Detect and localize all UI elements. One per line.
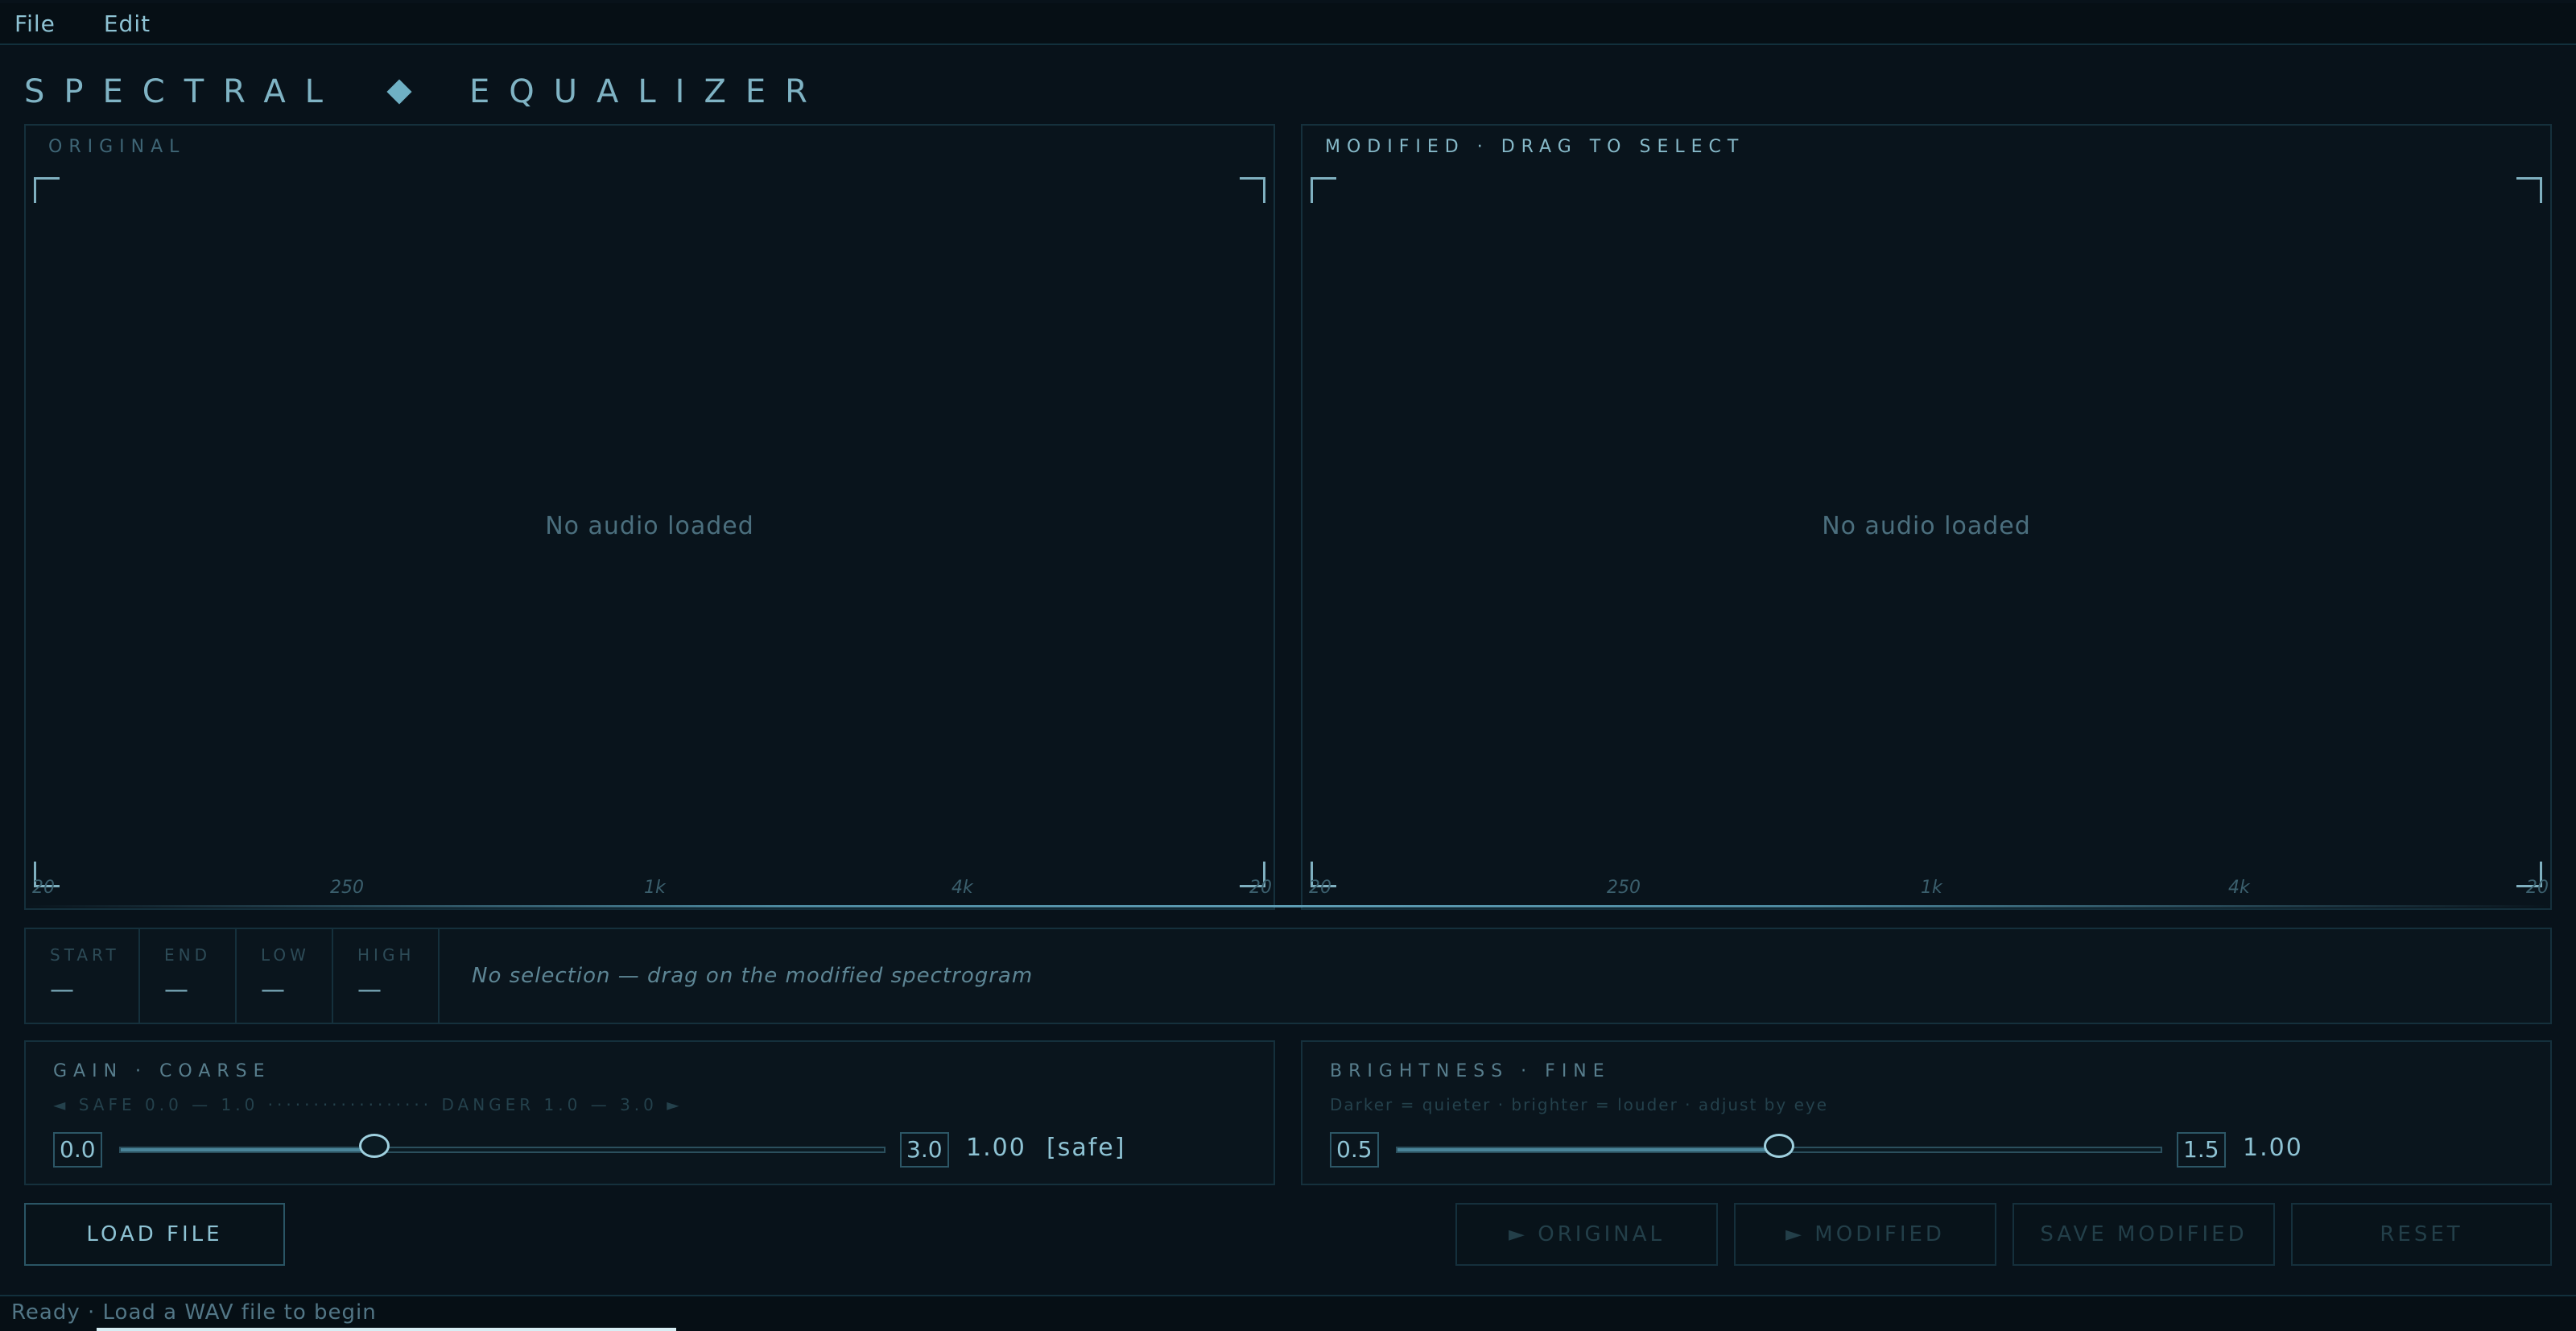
modified-placeholder: No audio loaded bbox=[1822, 512, 2031, 540]
freq-tick: 20 bbox=[32, 878, 55, 898]
menu-edit[interactable]: Edit bbox=[97, 7, 157, 40]
menu-file[interactable]: File bbox=[8, 7, 62, 40]
original-placeholder: No audio loaded bbox=[545, 512, 754, 540]
app-title-left: SPECTRAL bbox=[24, 73, 342, 110]
gain-state: [safe] bbox=[1046, 1134, 1126, 1162]
selection-high: HIGH — bbox=[333, 929, 440, 1023]
selection-high-label: HIGH bbox=[357, 945, 415, 965]
freq-tick: 20 bbox=[1309, 878, 1331, 898]
brightness-max-box: 1.5 bbox=[2177, 1132, 2226, 1168]
app-title: SPECTRAL EQUALIZER bbox=[24, 69, 827, 114]
selection-low: LOW — bbox=[237, 929, 333, 1023]
brightness-slider-fill bbox=[1397, 1148, 1779, 1151]
freq-tick: 20 bbox=[2526, 878, 2549, 898]
gain-slider-fill bbox=[121, 1148, 375, 1151]
selection-end-value: — bbox=[164, 976, 188, 1004]
diamond-icon bbox=[386, 79, 412, 105]
freq-tick: 1k bbox=[644, 878, 666, 898]
gain-slider-thumb[interactable] bbox=[359, 1134, 390, 1158]
brightness-title: BRIGHTNESS · FINE bbox=[1330, 1061, 1611, 1081]
brightness-panel: BRIGHTNESS · FINE Darker = quieter · bri… bbox=[1301, 1040, 2552, 1185]
gain-hint: ◄ SAFE 0.0 — 1.0 ·················· DANG… bbox=[53, 1095, 683, 1114]
brightness-value: 1.00 bbox=[2243, 1134, 2303, 1162]
brightness-min-box: 0.5 bbox=[1330, 1132, 1379, 1168]
selection-low-value: — bbox=[261, 976, 285, 1004]
freq-tick: 20 bbox=[1249, 878, 1272, 898]
divider-line bbox=[24, 905, 2552, 907]
corner-bracket-icon bbox=[1240, 177, 1265, 203]
freq-tick: 250 bbox=[330, 878, 364, 898]
play-modified-button[interactable]: ► MODIFIED bbox=[1734, 1203, 1996, 1266]
status-bar: Ready · Load a WAV file to begin bbox=[0, 1295, 2576, 1331]
selection-start-value: — bbox=[50, 976, 74, 1004]
selection-high-value: — bbox=[357, 976, 382, 1004]
gain-min-box: 0.0 bbox=[53, 1132, 102, 1168]
selection-end: END — bbox=[140, 929, 237, 1023]
original-spectrogram: ORIGINAL No audio loaded 20 250 1k 4k 20 bbox=[24, 124, 1275, 910]
freq-tick: 4k bbox=[952, 878, 973, 898]
freq-tick: 1k bbox=[1921, 878, 1942, 898]
status-text: Ready · Load a WAV file to begin bbox=[11, 1300, 377, 1325]
gain-title: GAIN · COARSE bbox=[53, 1061, 271, 1081]
brightness-slider-thumb[interactable] bbox=[1764, 1134, 1794, 1158]
corner-bracket-icon bbox=[34, 177, 60, 203]
save-modified-button[interactable]: SAVE MODIFIED bbox=[2013, 1203, 2275, 1266]
selection-start: START — bbox=[26, 929, 140, 1023]
selection-info-bar: START — END — LOW — HIGH — No selection … bbox=[24, 928, 2552, 1024]
freq-tick: 4k bbox=[2228, 878, 2250, 898]
app-title-right: EQUALIZER bbox=[469, 73, 827, 110]
original-label: ORIGINAL bbox=[48, 137, 186, 157]
gain-max-box: 3.0 bbox=[900, 1132, 949, 1168]
gain-slider-track[interactable] bbox=[119, 1147, 886, 1153]
status-progress bbox=[97, 1328, 676, 1331]
selection-low-label: LOW bbox=[261, 945, 310, 965]
reset-button[interactable]: RESET bbox=[2291, 1203, 2552, 1266]
menu-bar: File Edit bbox=[0, 3, 2576, 45]
play-original-button[interactable]: ► ORIGINAL bbox=[1455, 1203, 1718, 1266]
freq-tick: 250 bbox=[1607, 878, 1641, 898]
gain-panel: GAIN · COARSE ◄ SAFE 0.0 — 1.0 ·········… bbox=[24, 1040, 1275, 1185]
selection-end-label: END bbox=[164, 945, 211, 965]
app-window: File Edit SPECTRAL EQUALIZER ORIGINAL No… bbox=[0, 0, 2576, 1331]
corner-bracket-icon bbox=[2516, 177, 2542, 203]
brightness-hint: Darker = quieter · brighter = louder · a… bbox=[1330, 1095, 1829, 1114]
corner-bracket-icon bbox=[1311, 177, 1336, 203]
modified-label: MODIFIED · DRAG TO SELECT bbox=[1325, 137, 1745, 157]
gain-value: 1.00 bbox=[966, 1134, 1026, 1162]
selection-start-label: START bbox=[50, 945, 120, 965]
selection-message: No selection — drag on the modified spec… bbox=[472, 964, 1034, 988]
modified-spectrogram[interactable]: MODIFIED · DRAG TO SELECT No audio loade… bbox=[1301, 124, 2552, 910]
load-file-button[interactable]: LOAD FILE bbox=[24, 1203, 285, 1266]
